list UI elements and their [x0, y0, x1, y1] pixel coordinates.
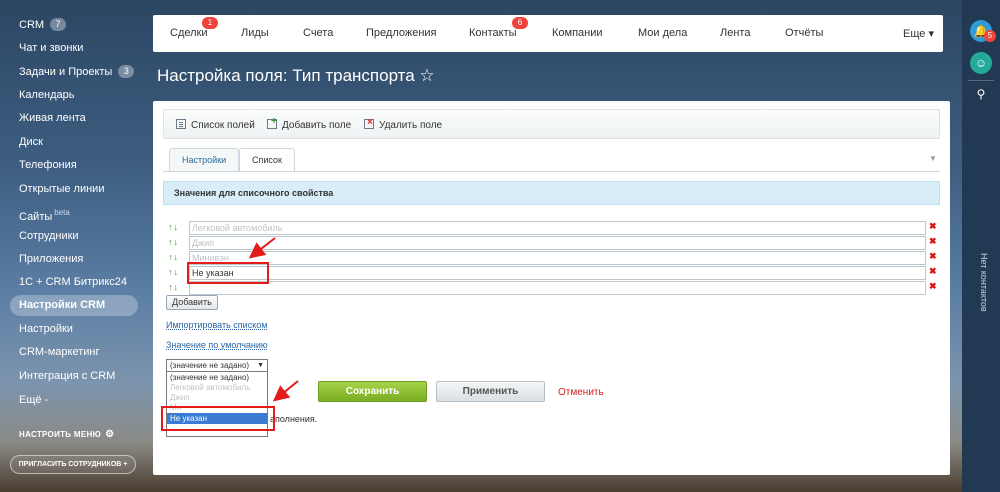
arrow-icon [248, 237, 276, 259]
annotation-arrows [248, 237, 299, 402]
arrow-icon [272, 380, 299, 402]
